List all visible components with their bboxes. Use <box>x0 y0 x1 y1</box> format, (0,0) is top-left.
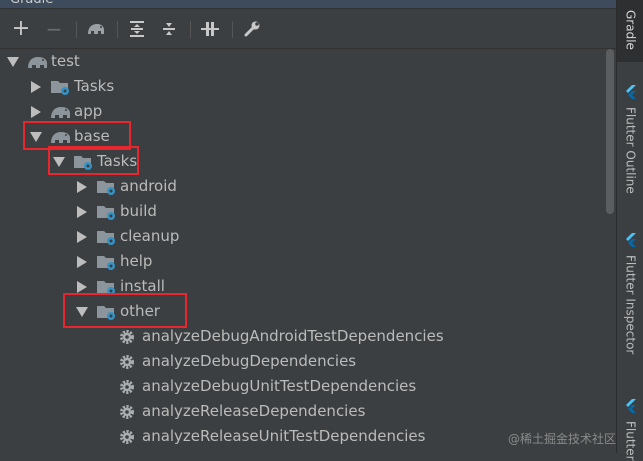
tree-node-label: analyzeReleaseDependencies <box>142 402 366 420</box>
tree-node-help[interactable]: help <box>74 249 152 274</box>
tree-node-label: analyzeDebugAndroidTestDependencies <box>142 327 444 345</box>
toolbar-separator <box>117 21 118 38</box>
task-folder-icon <box>96 178 118 196</box>
tree-task-item[interactable]: analyzeDebugDependencies <box>118 349 356 374</box>
tab-label: Flutter Inspector <box>623 255 638 355</box>
right-tool-window-bar: Gradle Flutter Outline Flutter Inspector… <box>616 0 643 461</box>
elephant-icon <box>27 53 49 71</box>
watermark: @稀土掘金技术社区 <box>508 432 617 446</box>
flutter-icon <box>625 84 637 103</box>
caret-right-icon[interactable] <box>74 204 90 220</box>
tree-node-label: analyzeDebugUnitTestDependencies <box>142 377 417 395</box>
toolbar-separator <box>76 21 77 38</box>
collapse-all-button[interactable] <box>158 18 180 40</box>
tree-node-label: android <box>120 177 177 195</box>
flutter-icon <box>625 398 637 417</box>
tree-node-build[interactable]: build <box>74 199 157 224</box>
remove-button[interactable]: − <box>43 18 65 40</box>
tab-flutter-inspector[interactable]: Flutter Inspector <box>617 232 643 354</box>
caret-right-icon[interactable] <box>74 229 90 245</box>
vertical-scrollbar[interactable] <box>604 49 616 453</box>
minus-icon: − <box>45 17 63 41</box>
tree-node-android[interactable]: android <box>74 174 177 199</box>
task-folder-icon <box>96 228 118 246</box>
tab-label: Flutter <box>623 421 638 461</box>
expand-all-icon <box>128 20 146 38</box>
caret-right-icon[interactable] <box>74 254 90 270</box>
tab-flutter[interactable]: Flutter <box>617 398 643 461</box>
collapse-all-icon <box>160 20 178 38</box>
tab-flutter-outline[interactable]: Flutter Outline <box>617 84 643 194</box>
task-folder-icon <box>50 78 72 96</box>
toolbar: + − <box>0 9 616 49</box>
tree-task-item[interactable]: analyzeDebugUnitTestDependencies <box>118 374 416 399</box>
tree-node-label: Tasks <box>74 77 115 95</box>
caret-right-icon[interactable] <box>74 179 90 195</box>
elephant-icon <box>86 21 106 37</box>
highlight-box-tasks <box>48 146 139 175</box>
toolbar-separator <box>190 21 191 38</box>
panel-title: Gradle <box>10 0 53 8</box>
toolbar-separator <box>232 21 233 38</box>
tree-node-label: analyzeReleaseUnitTestDependencies <box>142 427 426 445</box>
flutter-icon <box>625 232 637 251</box>
tab-label: Gradle <box>623 10 638 50</box>
toggle-offline-button[interactable] <box>199 18 221 40</box>
expand-all-button[interactable] <box>126 18 148 40</box>
gradle-task-tree: test Tasks app base Tasks android build … <box>0 49 604 453</box>
offline-mode-icon <box>200 20 220 38</box>
refresh-gradle-button[interactable] <box>85 18 107 40</box>
tree-node-label: test <box>51 52 80 70</box>
tree-node-test[interactable]: test <box>5 49 80 74</box>
add-button[interactable]: + <box>10 18 32 40</box>
gear-icon <box>118 353 140 371</box>
gear-icon <box>118 378 140 396</box>
scrollbar-thumb[interactable] <box>606 49 614 214</box>
caret-right-icon[interactable] <box>28 104 44 120</box>
task-folder-icon <box>96 253 118 271</box>
elephant-icon <box>50 103 72 121</box>
tree-node-label: help <box>120 252 153 270</box>
gear-icon <box>118 403 140 421</box>
highlight-box-other <box>63 293 187 328</box>
task-folder-icon <box>96 203 118 221</box>
plus-icon: + <box>11 16 31 41</box>
tree-node-cleanup[interactable]: cleanup <box>74 224 179 249</box>
gear-icon <box>118 428 140 446</box>
gear-icon <box>118 328 140 346</box>
tree-task-item[interactable]: analyzeReleaseUnitTestDependencies <box>118 424 425 449</box>
tree-task-item[interactable]: analyzeReleaseDependencies <box>118 399 365 424</box>
tree-node-label: cleanup <box>120 227 180 245</box>
caret-down-icon[interactable] <box>5 54 21 70</box>
tree-node-tasks[interactable]: Tasks <box>28 74 114 99</box>
build-settings-button[interactable] <box>241 18 263 40</box>
gradle-panel: Gradle + − <box>0 0 616 453</box>
tree-node-label: build <box>120 202 157 220</box>
caret-right-icon[interactable] <box>28 79 44 95</box>
wrench-icon <box>243 20 261 38</box>
tab-label: Flutter Outline <box>623 107 638 194</box>
panel-title-bar: Gradle <box>0 0 616 9</box>
tab-gradle[interactable]: Gradle <box>617 0 643 62</box>
tree-node-label: analyzeDebugDependencies <box>142 352 357 370</box>
